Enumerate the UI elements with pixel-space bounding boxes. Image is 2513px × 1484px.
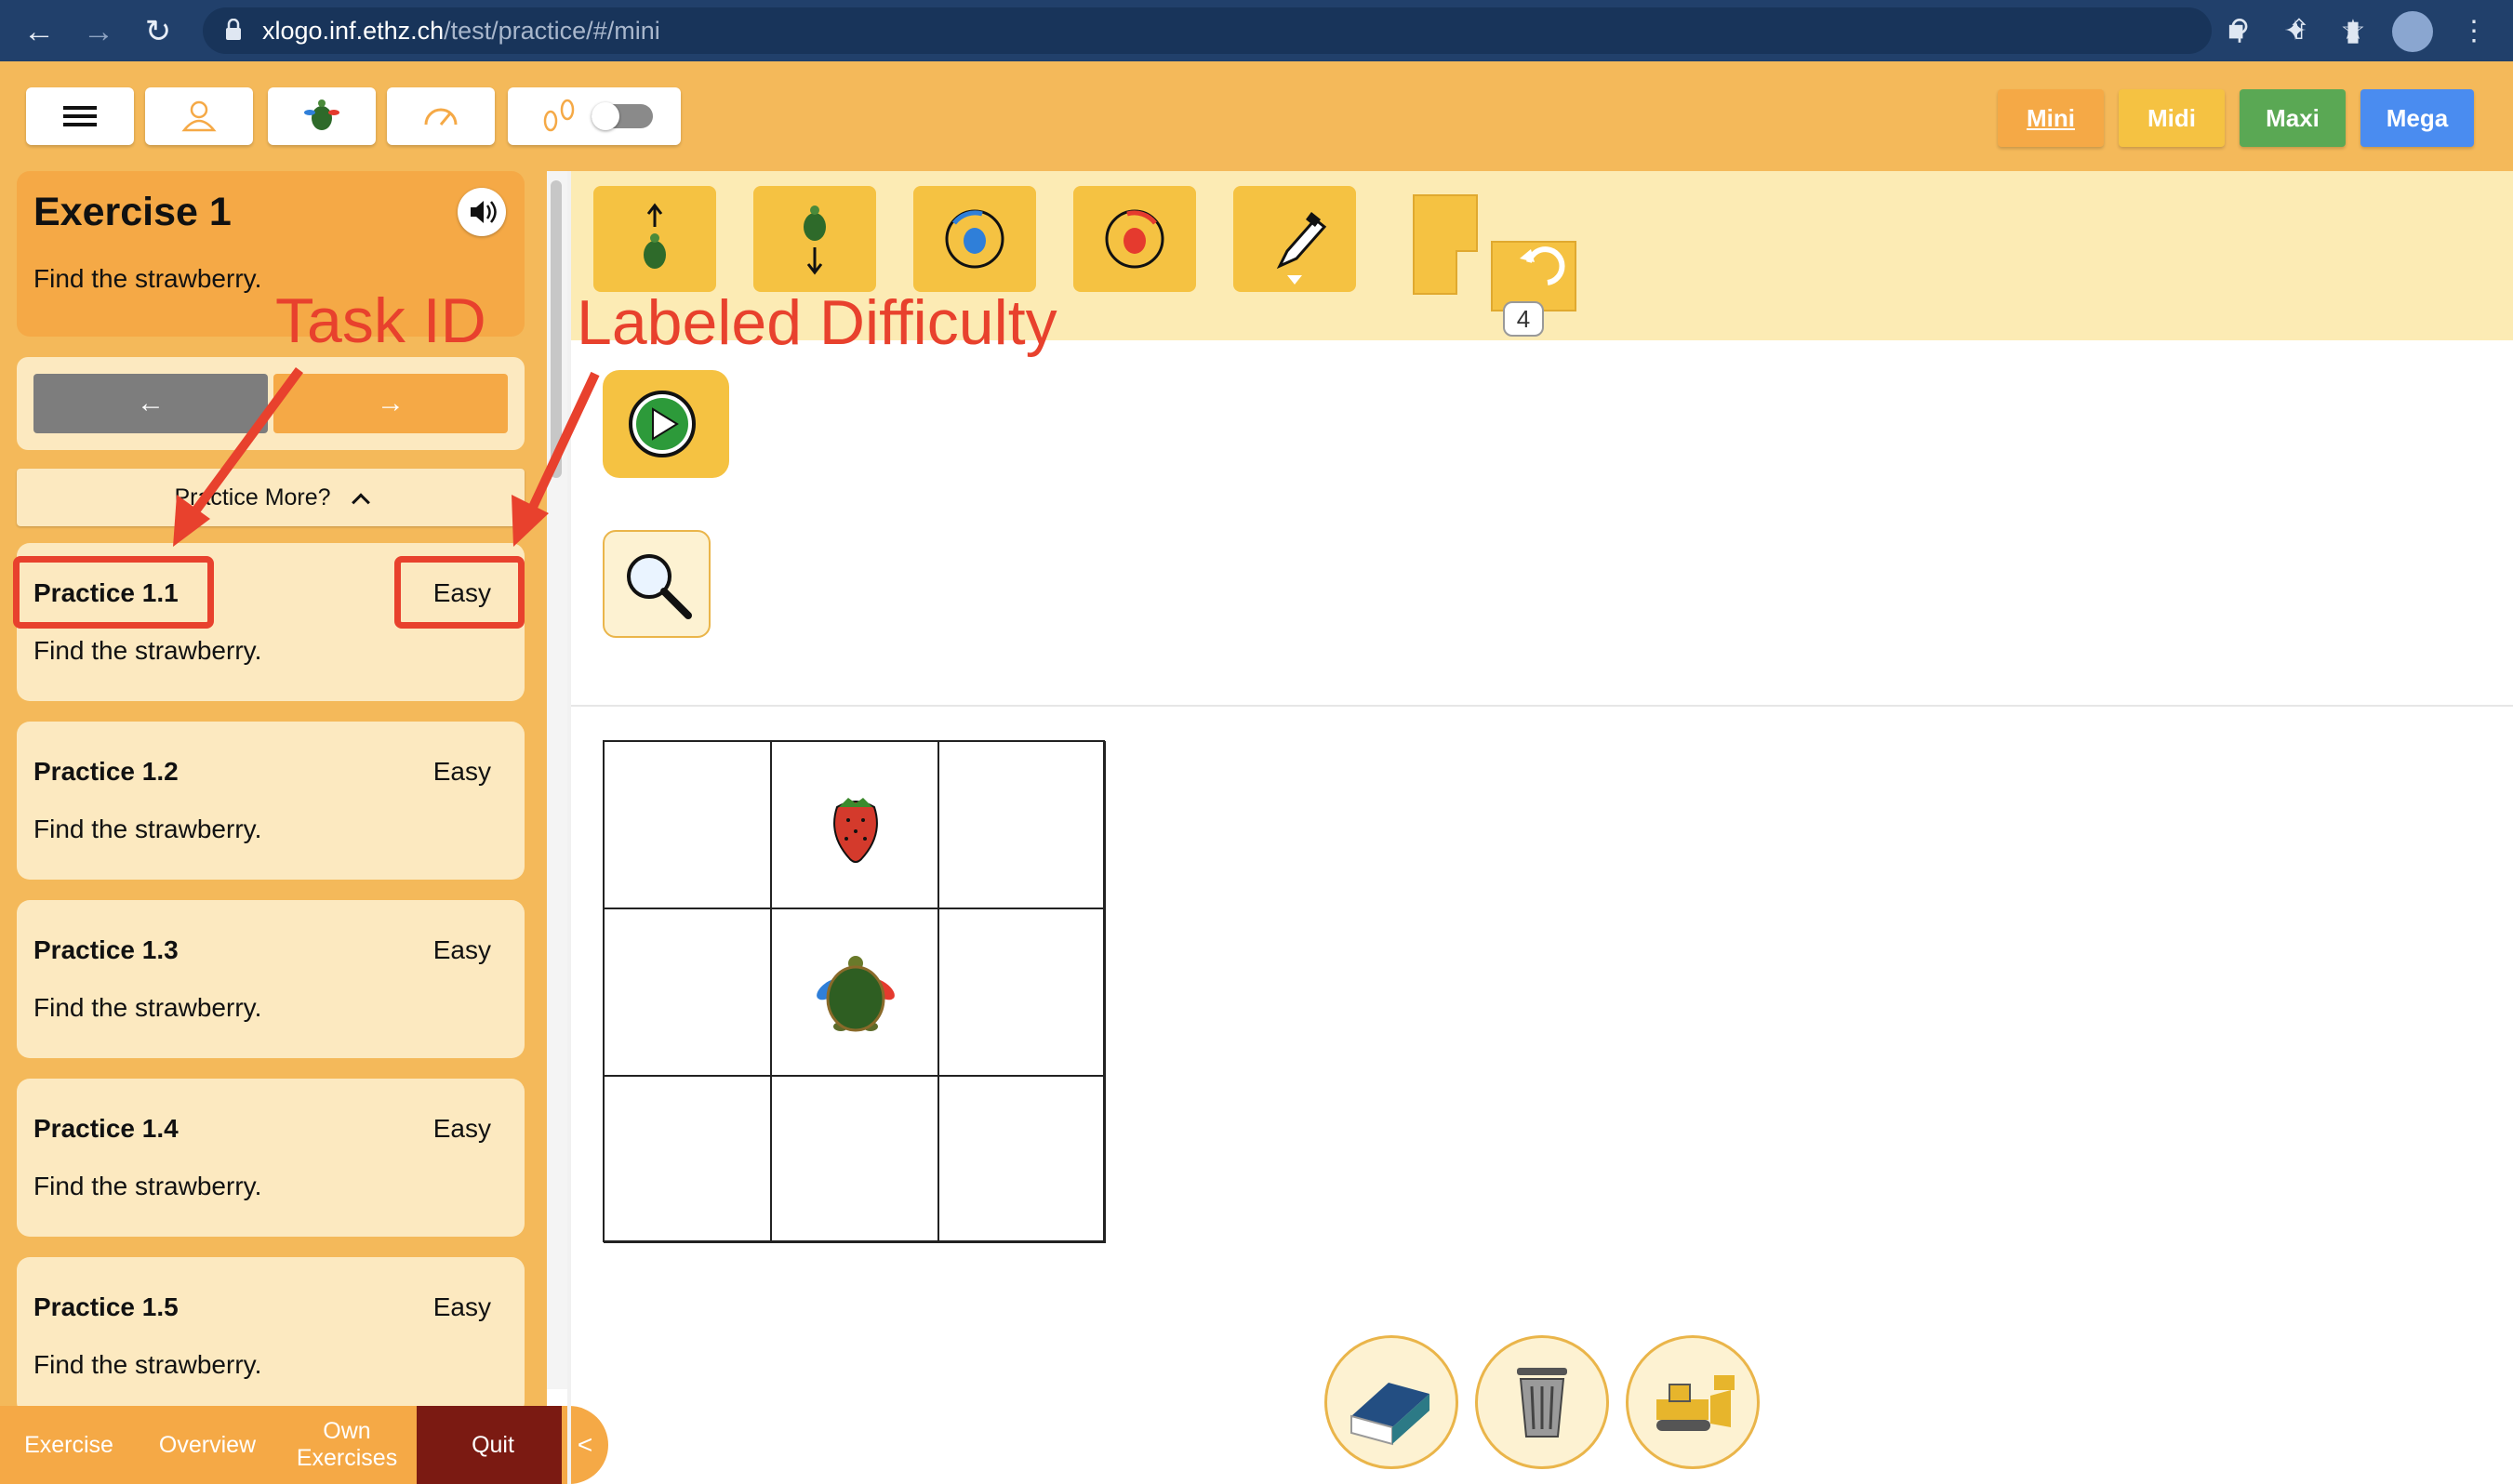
annotation-arrows xyxy=(173,367,600,547)
